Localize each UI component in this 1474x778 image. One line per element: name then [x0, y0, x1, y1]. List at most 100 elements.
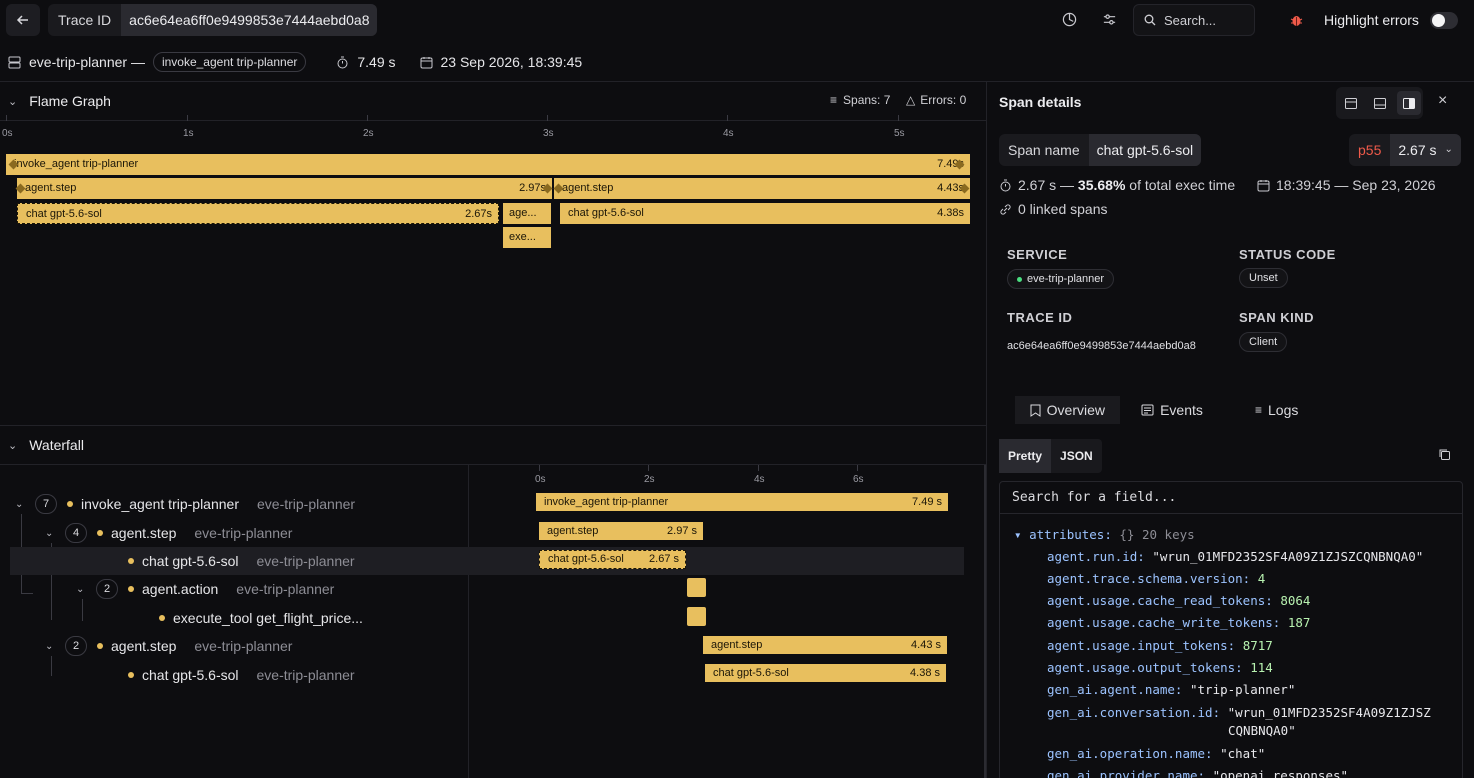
tick-mark — [187, 115, 188, 121]
flame-bar-selected[interactable]: chat gpt-5.6-sol 2.67s — [17, 203, 499, 224]
calendar-clock-icon — [420, 56, 432, 68]
pretty-mode-button[interactable]: Pretty — [999, 439, 1052, 473]
waterfall-row[interactable]: ⌄ 4 agent.step eve-trip-planner — [10, 519, 964, 547]
status-dot — [1017, 276, 1022, 282]
tab-overview[interactable]: Overview — [1015, 396, 1120, 424]
flame-bar[interactable]: exe... — [503, 227, 551, 248]
spans-count: ≡ Spans: 7 — [830, 93, 890, 107]
json-value: "wrun_01MFD2352SF4A09Z1ZJSZCQNBNQA0" — [1152, 549, 1424, 564]
span-name-field: Span name chat gpt-5.6-sol — [999, 134, 1202, 166]
left-panel: ⌄ Flame Graph ≡ Spans: 7 △ Errors: 0 0s 1s… — [0, 81, 986, 778]
json-entry: gen_ai.agent.name: "trip-planner" — [1047, 682, 1295, 697]
flame-bar[interactable]: chat gpt-5.6-sol 4.38s — [560, 203, 970, 224]
span-name-value[interactable]: chat gpt-5.6-sol — [1088, 134, 1202, 166]
arrow-left-icon — [16, 15, 28, 25]
span-kind-chip: Client — [1239, 332, 1288, 352]
layout-side-icon[interactable] — [1396, 91, 1421, 115]
status-dot — [97, 530, 103, 536]
json-value: "chat" — [1220, 746, 1266, 761]
bookmark-icon — [1030, 404, 1041, 417]
attributes-braces: {} — [1119, 527, 1135, 542]
flame-bar[interactable]: agent.step 2.97s — [17, 178, 552, 199]
list-icon: ≡ — [1254, 403, 1262, 417]
percentile-value-box[interactable]: 2.67 s ⌄ — [1390, 134, 1461, 166]
waterfall-row[interactable]: execute_tool get_flight_price... — [10, 604, 964, 632]
chevron-down-icon: ⌄ — [1444, 144, 1453, 155]
highlight-errors-toggle[interactable] — [1430, 12, 1458, 29]
close-icon[interactable]: × — [1438, 92, 1447, 110]
json-key: gen_ai.operation.name: — [1047, 746, 1213, 761]
trace-id-value[interactable]: ac6e64ea6ff0e9499853e7444aebd0a8 — [121, 4, 378, 36]
copy-icon[interactable] — [1438, 448, 1451, 464]
waterfall-bar[interactable]: agent.step 2.97 s — [539, 522, 703, 540]
json-key: agent.usage.cache_read_tokens: — [1047, 593, 1273, 608]
percentile-label: p55 — [1358, 142, 1382, 158]
layout-toggle-group — [1336, 87, 1423, 119]
flame-bar[interactable]: age... — [503, 203, 551, 224]
chevron-down-icon[interactable]: ⌄ — [8, 95, 17, 108]
attributes-node[interactable]: ▾ attributes: {} 20 keys — [1014, 527, 1195, 542]
waterfall-row[interactable]: ⌄ 2 agent.action eve-trip-planner — [10, 575, 964, 603]
trace-id-field[interactable]: Trace ID ac6e64ea6ff0e9499853e7444aebd0a… — [48, 4, 378, 36]
trace-id-field-value: ac6e64ea6ff0e9499853e7444aebd0a8 — [1007, 340, 1196, 352]
expand-icon[interactable]: ▾ — [1014, 527, 1022, 542]
layout-split-icon[interactable] — [1368, 91, 1392, 115]
search-icon — [1144, 14, 1156, 26]
tab-logs[interactable]: ≡ Logs — [1224, 396, 1329, 424]
waterfall-bar[interactable] — [687, 578, 706, 597]
waterfall-bar[interactable]: agent.step 4.43 s — [703, 636, 947, 654]
tab-events[interactable]: Events — [1120, 396, 1225, 424]
json-key: gen_ai.conversation.id: — [1047, 705, 1221, 720]
flame-bar[interactable]: invoke_agent trip-planner 7.49s — [6, 154, 970, 175]
chevron-down-icon[interactable]: ⌄ — [8, 439, 17, 452]
json-entry: agent.run.id: "wrun_01MFD2352SF4A09Z1ZJS… — [1047, 549, 1423, 564]
details-tabs: Overview Events ≡ Logs — [1015, 396, 1329, 424]
chevron-down-icon[interactable]: ⌄ — [76, 584, 96, 595]
flame-bar-label: age... — [509, 207, 537, 219]
span-name: execute_tool get_flight_price... — [173, 610, 363, 626]
waterfall-bar[interactable]: invoke_agent trip-planner 7.49 s — [536, 493, 948, 511]
flame-tick: 1s — [183, 128, 194, 139]
percentile-value: 2.67 s — [1398, 142, 1437, 158]
waterfall-tick: 4s — [754, 474, 765, 485]
errors-count: △ Errors: 0 — [906, 93, 966, 107]
span-service: eve-trip-planner — [194, 525, 293, 541]
json-entry-continued: CQNBNQA0" — [1228, 723, 1296, 738]
history-icon[interactable] — [1058, 8, 1080, 30]
tick-mark — [648, 465, 649, 471]
json-entry: agent.usage.input_tokens: 8717 — [1047, 638, 1273, 653]
waterfall-bar-selected[interactable]: chat gpt-5.6-sol 2.67 s — [539, 550, 686, 569]
percentile-select[interactable]: p55 2.67 s ⌄ — [1349, 134, 1461, 166]
waterfall-bar-duration: 7.49 s — [912, 496, 942, 508]
waterfall-tick: 0s — [535, 474, 546, 485]
waterfall-bar[interactable]: chat gpt-5.6-sol 4.38 s — [705, 664, 946, 682]
time-range-text: 18:39:45 — Sep 23, 2026 — [1276, 177, 1436, 193]
flame-graph-title: Flame Graph — [29, 93, 111, 109]
flame-bar-label: invoke_agent trip-planner — [14, 158, 139, 170]
settings-sliders-icon[interactable] — [1098, 8, 1120, 30]
field-search-input[interactable]: Search for a field... — [1000, 482, 1462, 514]
chevron-down-icon[interactable]: ⌄ — [15, 499, 35, 510]
search-input[interactable]: Search... — [1133, 4, 1255, 36]
json-mode-button[interactable]: JSON — [1051, 439, 1102, 473]
child-count-badge: 4 — [65, 523, 87, 543]
back-button[interactable] — [6, 4, 40, 36]
flame-graph-header[interactable]: ⌄ Flame Graph ≡ Spans: 7 △ Errors: 0 — [0, 82, 986, 120]
chevron-down-icon[interactable]: ⌄ — [45, 641, 65, 652]
waterfall-bar-duration: 2.97 s — [667, 525, 697, 537]
chevron-down-icon[interactable]: ⌄ — [45, 528, 65, 539]
waterfall-title: Waterfall — [29, 437, 84, 453]
root-span-pill: invoke_agent trip-planner — [152, 52, 307, 72]
status-code-value: Unset — [1249, 272, 1278, 284]
link-icon — [1000, 203, 1011, 215]
layout-bottom-icon[interactable] — [1339, 91, 1363, 115]
json-key: agent.usage.output_tokens: — [1047, 660, 1243, 675]
waterfall-bar[interactable] — [687, 607, 706, 626]
status-dot — [128, 586, 134, 592]
tab-logs-label: Logs — [1268, 402, 1299, 418]
waterfall-header[interactable]: ⌄ Waterfall — [0, 426, 986, 464]
flame-bar[interactable]: agent.step 4.43s — [554, 178, 970, 199]
waterfall-row-selected[interactable]: chat gpt-5.6-sol eve-trip-planner — [10, 547, 964, 575]
linked-spans[interactable]: 0 linked spans — [999, 201, 1108, 217]
json-key: agent.run.id: — [1047, 549, 1145, 564]
